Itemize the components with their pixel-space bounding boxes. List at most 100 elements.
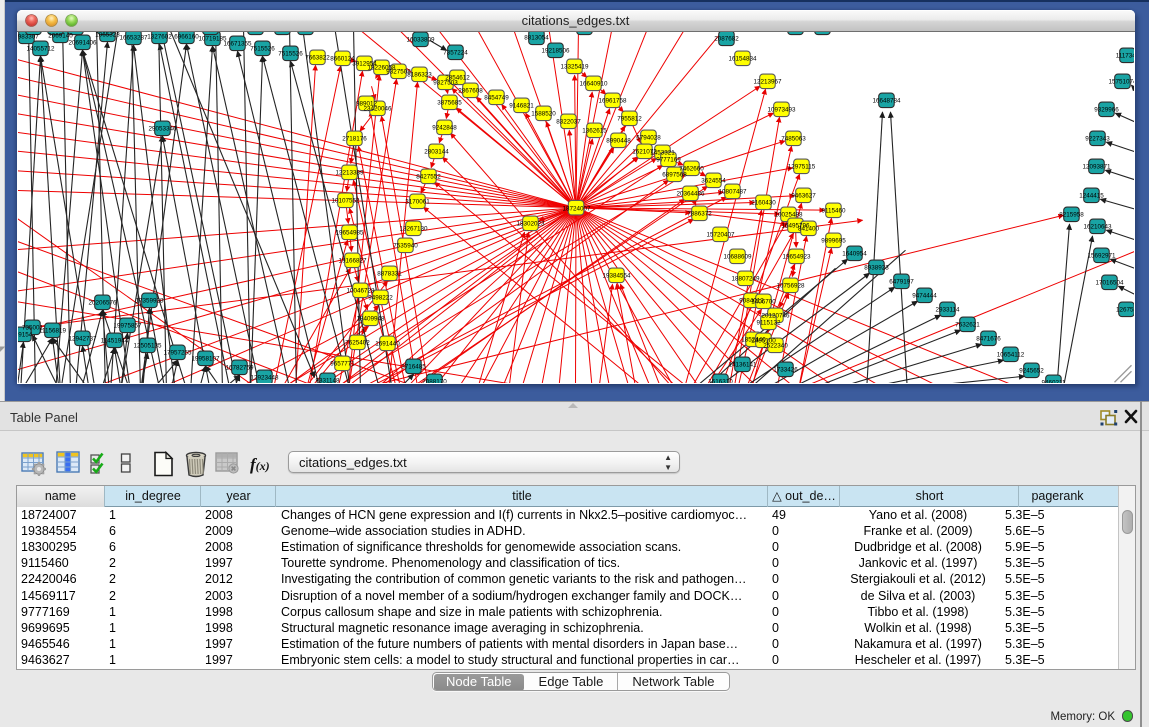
svg-text:15720407: 15720407 — [706, 231, 735, 238]
svg-text:16671355: 16671355 — [223, 40, 252, 47]
svg-text:16154834: 16154834 — [728, 55, 757, 62]
svg-text:16782759: 16782759 — [225, 364, 254, 371]
svg-text:2087682: 2087682 — [714, 35, 739, 42]
svg-text:1244415: 1244415 — [1079, 192, 1104, 199]
svg-text:6966160: 6966160 — [174, 33, 199, 40]
svg-text:9498222: 9498222 — [368, 294, 393, 301]
svg-text:17359928: 17359928 — [135, 297, 164, 304]
svg-text:1453321: 1453321 — [650, 149, 675, 156]
svg-text:7632621: 7632621 — [955, 321, 980, 328]
svg-text:19218506: 19218506 — [541, 47, 570, 54]
svg-text:1065328: 1065328 — [95, 32, 120, 38]
svg-text:8454749: 8454749 — [484, 94, 509, 101]
svg-text:2718176: 2718176 — [342, 135, 367, 142]
svg-text:13325419: 13325419 — [560, 63, 589, 70]
svg-text:12923448: 12923448 — [250, 374, 279, 381]
svg-text:8471676: 8471676 — [976, 335, 1001, 342]
svg-text:3170061: 3170061 — [405, 198, 430, 205]
svg-text:10973493: 10973493 — [767, 106, 796, 113]
svg-text:7663822: 7663822 — [305, 54, 330, 61]
svg-text:19654923: 19654923 — [782, 253, 811, 260]
svg-text:12505135: 12505135 — [133, 342, 162, 349]
svg-text:19166827: 19166827 — [338, 257, 367, 264]
svg-text:7955812: 7955812 — [617, 115, 642, 122]
svg-text:8938923: 8938923 — [864, 264, 889, 271]
svg-text:12942737: 12942737 — [68, 335, 97, 342]
svg-text:2803144: 2803144 — [424, 148, 449, 155]
svg-text:7886372: 7886372 — [687, 210, 712, 217]
svg-text:6897568: 6897568 — [662, 171, 687, 178]
svg-text:16653287: 16653287 — [119, 34, 148, 41]
svg-text:20364486: 20364486 — [676, 190, 705, 197]
svg-text:2088170: 2088170 — [422, 378, 447, 383]
svg-text:1516310: 1516310 — [708, 378, 733, 383]
svg-text:7535940: 7535940 — [393, 242, 418, 249]
svg-text:14136141: 14136141 — [728, 361, 757, 368]
svg-text:39154: 39154 — [18, 331, 33, 338]
svg-text:10756928: 10756928 — [776, 282, 805, 289]
svg-text:16210643: 16210643 — [1083, 223, 1112, 230]
svg-text:10025488: 10025488 — [774, 211, 803, 218]
svg-text:2867608: 2867608 — [458, 87, 483, 94]
svg-text:7625402: 7625402 — [345, 339, 370, 346]
svg-text:10046728: 10046728 — [346, 287, 375, 294]
svg-text:16640910: 16640910 — [579, 80, 608, 87]
svg-text:8813054: 8813054 — [524, 34, 549, 41]
svg-text:9463627: 9463627 — [791, 192, 816, 199]
svg-text:16961758: 16961758 — [598, 97, 627, 104]
svg-text:9899695: 9899695 — [821, 237, 846, 244]
svg-text:2069140: 2069140 — [48, 32, 73, 39]
svg-text:9331148: 9331148 — [315, 377, 340, 383]
svg-text:1327602: 1327602 — [147, 33, 172, 40]
svg-text:3875685: 3875685 — [437, 99, 462, 106]
svg-text:11451944: 11451944 — [100, 337, 128, 344]
svg-text:8322037: 8322037 — [556, 118, 581, 125]
svg-text:2933114: 2933114 — [935, 306, 960, 313]
svg-text:18807249: 18807249 — [731, 275, 760, 282]
svg-text:19975857: 19975857 — [113, 322, 142, 329]
svg-text:9460211: 9460211 — [1041, 379, 1066, 383]
svg-text:7515526: 7515526 — [250, 45, 275, 52]
svg-text:8878331: 8878331 — [377, 270, 402, 277]
svg-text:20691406: 20691406 — [68, 39, 97, 46]
svg-text:9242848: 9242848 — [432, 124, 457, 131]
svg-text:11156819: 11156819 — [38, 327, 66, 334]
svg-text:6479197: 6479197 — [889, 278, 914, 285]
svg-text:9474444: 9474444 — [912, 292, 937, 299]
svg-text:12213967: 12213967 — [753, 78, 782, 85]
svg-text:8990448: 8990448 — [606, 137, 631, 144]
svg-text:12975115: 12975115 — [787, 163, 815, 170]
svg-text:17016504: 17016504 — [1095, 279, 1124, 286]
svg-text:10107552: 10107552 — [331, 197, 360, 204]
svg-text:9245652: 9245652 — [1019, 367, 1044, 374]
svg-text:8215958: 8215958 — [1059, 211, 1084, 218]
svg-text:29053346: 29053346 — [148, 125, 177, 132]
svg-text:1362615: 1362615 — [582, 127, 607, 134]
svg-text:1117344: 1117344 — [1115, 52, 1133, 59]
svg-text:3624554: 3624554 — [701, 177, 726, 184]
svg-text:9329966: 9329966 — [1094, 106, 1119, 113]
svg-text:2160430: 2160430 — [751, 199, 776, 206]
svg-text:8186323: 8186323 — [407, 71, 432, 78]
svg-text:14055712: 14055712 — [26, 45, 55, 52]
svg-text:19654985: 19654985 — [335, 229, 364, 236]
svg-text:20120746: 20120746 — [761, 312, 790, 319]
svg-text:7515526: 7515526 — [278, 50, 303, 57]
svg-text:841400: 841400 — [797, 225, 819, 232]
svg-text:9146821: 9146821 — [509, 102, 534, 109]
svg-text:8427552: 8427552 — [416, 173, 441, 180]
svg-text:9777169: 9777169 — [656, 156, 681, 163]
svg-text:16648784: 16648784 — [872, 97, 901, 104]
svg-text:7357224: 7357224 — [443, 49, 468, 56]
svg-text:20206576: 20206576 — [88, 299, 117, 306]
svg-text:19958107: 19958107 — [191, 355, 220, 362]
svg-text:7485063: 7485063 — [781, 135, 806, 142]
svg-text:10807487: 10807487 — [718, 188, 747, 195]
svg-text:1406700: 1406700 — [751, 298, 776, 305]
svg-text:2854612: 2854612 — [445, 74, 470, 81]
svg-text:6794028: 6794028 — [636, 134, 661, 141]
svg-text:12093871: 12093871 — [1082, 163, 1111, 170]
svg-text:17957255: 17957255 — [163, 349, 192, 356]
svg-text:126753: 126753 — [1115, 306, 1133, 313]
svg-text:12213389: 12213389 — [335, 169, 364, 176]
